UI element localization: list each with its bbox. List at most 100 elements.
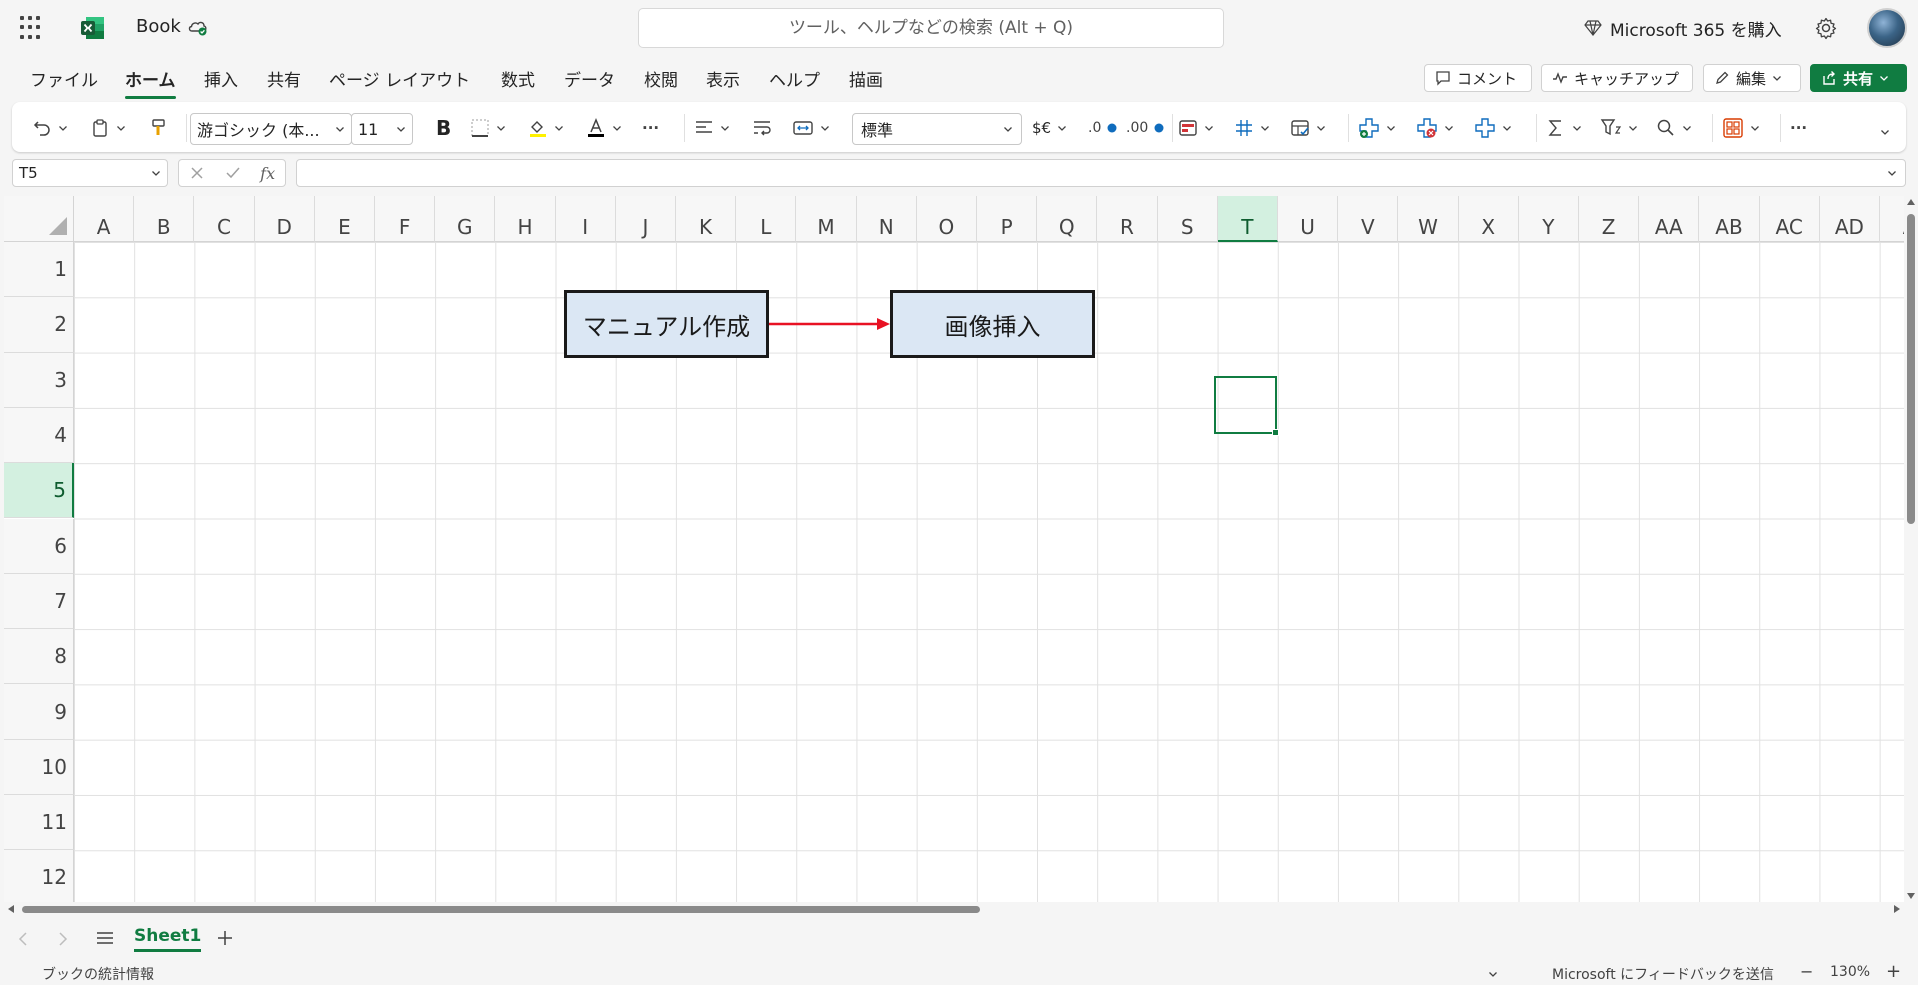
active-cell-T5[interactable]: [1214, 376, 1279, 436]
cloud-saved-icon[interactable]: [187, 17, 209, 37]
row-header[interactable]: 8: [4, 629, 74, 685]
row-header[interactable]: 3: [4, 352, 74, 408]
currency-button[interactable]: $€: [1032, 114, 1067, 142]
feedback-link[interactable]: Microsoft にフィードバックを送信: [1552, 964, 1774, 984]
search-box[interactable]: [638, 8, 1224, 48]
column-header[interactable]: F: [375, 196, 436, 242]
shape-image-insert[interactable]: 画像挿入: [890, 290, 1095, 358]
scroll-left-icon[interactable]: [7, 905, 15, 913]
settings-gear-icon[interactable]: [1814, 16, 1838, 40]
column-header[interactable]: G: [435, 196, 496, 242]
addins-button[interactable]: [1722, 114, 1760, 142]
row-header[interactable]: 10: [4, 739, 74, 795]
app-launcher-icon[interactable]: [20, 16, 44, 40]
add-sheet-icon[interactable]: [216, 929, 234, 947]
tab-draw[interactable]: 描画: [849, 66, 883, 91]
fill-color-button[interactable]: [528, 114, 564, 142]
row-header[interactable]: 9: [4, 684, 74, 740]
column-header[interactable]: T: [1217, 196, 1278, 242]
delete-cells-button[interactable]: [1416, 114, 1454, 142]
spreadsheet-grid[interactable]: ABCDEFGHIJKLMNOPQRSTUVWXYZAAABACADA 1234…: [4, 196, 1904, 902]
column-header[interactable]: D: [254, 196, 315, 242]
scroll-right-icon[interactable]: [1893, 905, 1901, 913]
increase-decimal-button[interactable]: .00: [1126, 114, 1164, 142]
check-icon[interactable]: [225, 165, 241, 181]
share-button[interactable]: 共有: [1810, 64, 1907, 92]
row-header[interactable]: 6: [4, 518, 74, 574]
scroll-down-icon[interactable]: [1907, 892, 1915, 900]
ribbon-expand-button[interactable]: [1880, 118, 1890, 146]
catchup-button[interactable]: キャッチアップ: [1541, 64, 1693, 92]
tab-page-layout[interactable]: ページ レイアウト: [329, 66, 470, 91]
comment-button[interactable]: コメント: [1424, 64, 1532, 92]
column-header[interactable]: L: [736, 196, 797, 242]
column-header[interactable]: N: [856, 196, 917, 242]
more-font-options-button[interactable]: ···: [642, 114, 659, 142]
zoom-level[interactable]: 130%: [1830, 964, 1870, 980]
horizontal-scroll-thumb[interactable]: [22, 906, 980, 913]
sheet-tab-sheet1[interactable]: Sheet1: [134, 926, 202, 952]
row-header[interactable]: 7: [4, 573, 74, 630]
wrap-text-button[interactable]: [752, 114, 772, 142]
column-header[interactable]: A: [1880, 196, 1904, 242]
select-all-corner[interactable]: [4, 196, 74, 242]
decrease-decimal-button[interactable]: .0: [1088, 114, 1117, 142]
name-box[interactable]: T5: [12, 159, 168, 187]
chevron-down-icon[interactable]: [1488, 969, 1498, 979]
column-header[interactable]: P: [977, 196, 1038, 242]
row-header[interactable]: 2: [4, 297, 74, 353]
merge-button[interactable]: [792, 114, 830, 142]
vertical-scrollbar[interactable]: [1904, 196, 1918, 902]
sort-filter-button[interactable]: [1600, 114, 1638, 142]
column-header[interactable]: I: [555, 196, 616, 242]
document-title[interactable]: Book: [136, 16, 181, 37]
workbook-statistics[interactable]: ブックの統計情報: [42, 964, 154, 984]
cell-styles-button[interactable]: [1290, 114, 1326, 142]
tab-formulas[interactable]: 数式: [501, 66, 535, 91]
bold-button[interactable]: B: [436, 114, 451, 142]
chevron-down-icon[interactable]: [1887, 168, 1897, 178]
column-header[interactable]: V: [1338, 196, 1399, 242]
column-header[interactable]: AD: [1819, 196, 1880, 242]
format-table-button[interactable]: [1234, 114, 1270, 142]
column-header[interactable]: AB: [1699, 196, 1760, 242]
connector-arrow[interactable]: [769, 314, 892, 334]
edit-mode-button[interactable]: 編集: [1703, 64, 1801, 92]
paste-button[interactable]: [90, 114, 126, 142]
tab-insert[interactable]: 挿入: [204, 66, 238, 91]
column-header[interactable]: A: [74, 196, 135, 242]
find-button[interactable]: [1656, 114, 1692, 142]
tab-data[interactable]: データ: [564, 66, 615, 91]
scroll-up-icon[interactable]: [1907, 198, 1915, 206]
all-sheets-menu-icon[interactable]: [96, 930, 114, 946]
column-header[interactable]: B: [134, 196, 195, 242]
column-header[interactable]: S: [1157, 196, 1218, 242]
tab-review[interactable]: 校閲: [644, 66, 678, 91]
column-header[interactable]: X: [1458, 196, 1519, 242]
tab-file[interactable]: ファイル: [30, 66, 98, 91]
tab-help[interactable]: ヘルプ: [769, 66, 820, 91]
column-header[interactable]: Z: [1579, 196, 1640, 242]
row-header[interactable]: 11: [4, 795, 74, 851]
column-header[interactable]: Q: [1037, 196, 1098, 242]
formula-input[interactable]: [296, 159, 1906, 187]
column-header[interactable]: K: [676, 196, 737, 242]
format-painter-button[interactable]: [148, 114, 168, 142]
insert-cells-button[interactable]: [1358, 114, 1396, 142]
tab-view[interactable]: 表示: [706, 66, 740, 91]
column-header[interactable]: U: [1278, 196, 1339, 242]
column-header[interactable]: R: [1097, 196, 1158, 242]
conditional-format-button[interactable]: [1178, 114, 1214, 142]
horizontal-scrollbar[interactable]: [4, 902, 1904, 916]
row-header[interactable]: 4: [4, 407, 74, 464]
undo-button[interactable]: [32, 114, 68, 142]
shape-manual-creation[interactable]: マニュアル作成: [564, 290, 769, 358]
column-header[interactable]: O: [916, 196, 977, 242]
font-size-select[interactable]: 11: [351, 113, 413, 145]
column-header[interactable]: AA: [1639, 196, 1700, 242]
insert-function-button[interactable]: fx: [260, 164, 275, 183]
column-header[interactable]: C: [194, 196, 255, 242]
column-header[interactable]: E: [314, 196, 375, 242]
user-avatar[interactable]: [1867, 8, 1907, 48]
autosum-button[interactable]: [1546, 114, 1582, 142]
